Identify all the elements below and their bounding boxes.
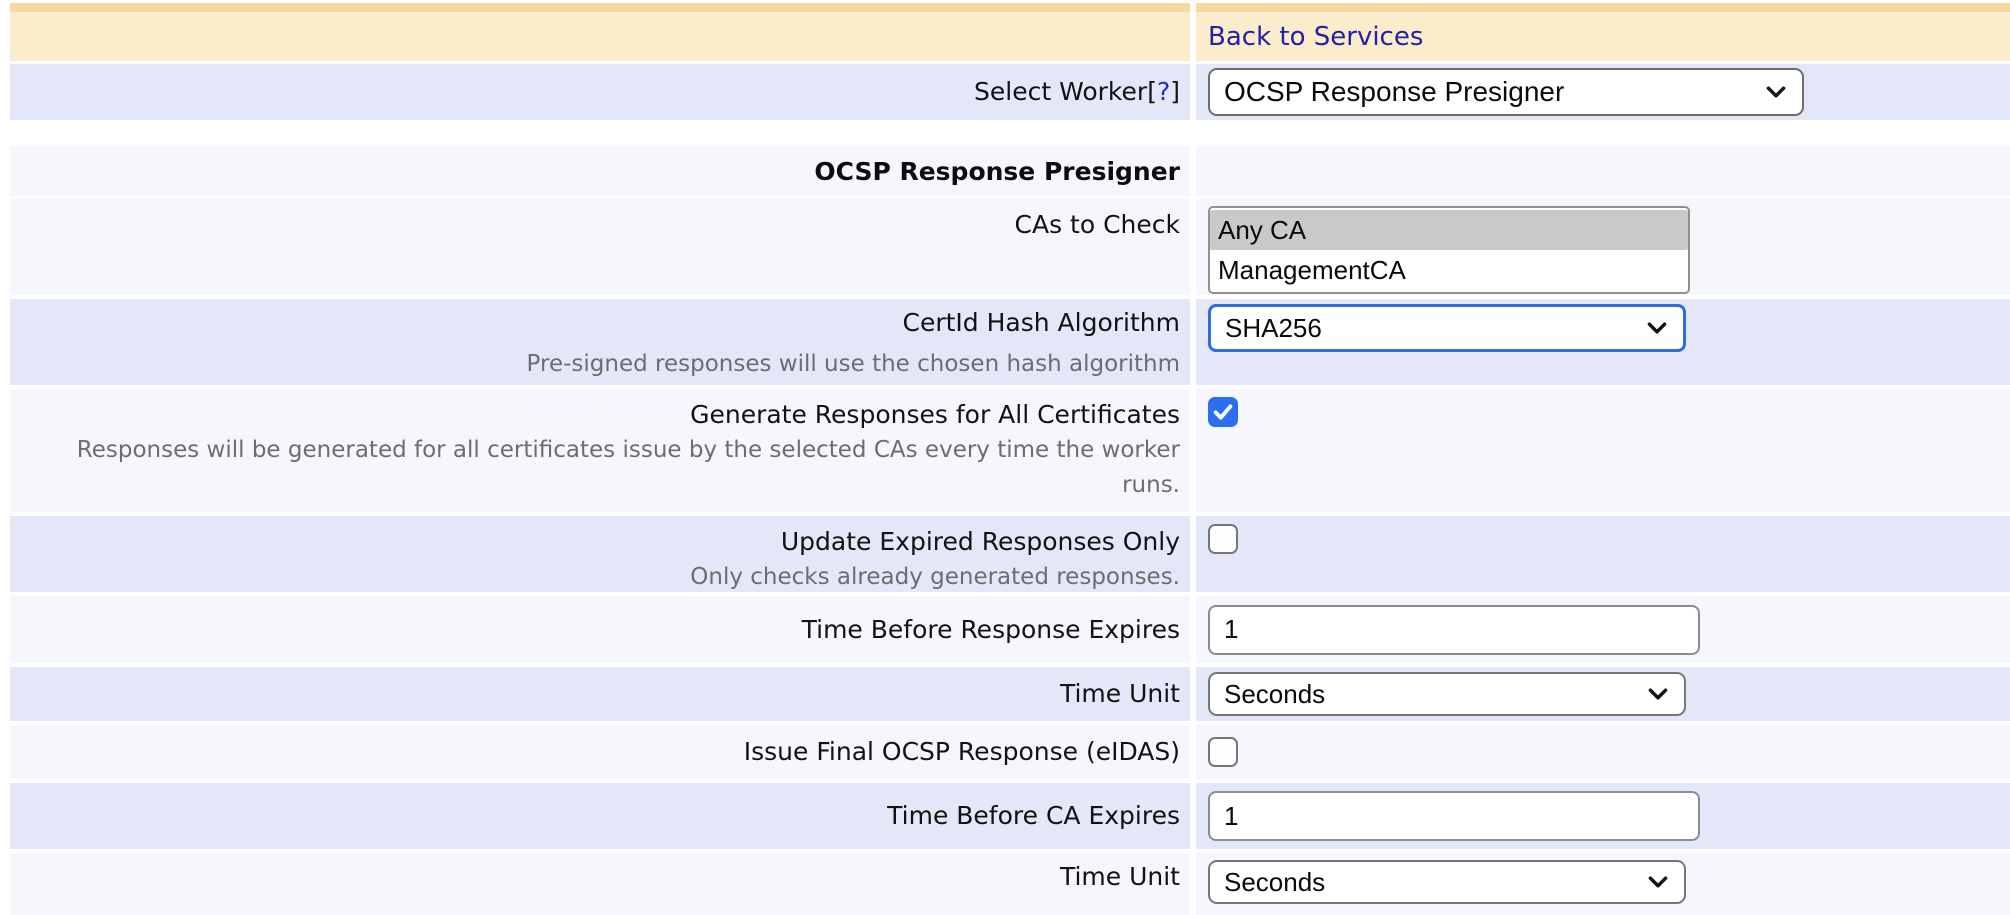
generate-all-help: Responses will be generated for all cert… [26,433,1180,503]
generate-all-row: Generate Responses for All Certificates … [10,389,2010,512]
header-left-cell [10,3,1190,61]
chevron-down-icon [1644,315,1670,341]
section-title-row: OCSP Response Presigner [10,146,2010,196]
issue-final-label: Issue Final OCSP Response (eIDAS) [744,736,1180,768]
help-open-bracket: [ [1147,77,1157,106]
worker-select[interactable]: OCSP Response Presigner [1208,68,1804,116]
update-expired-checkbox[interactable] [1208,524,1238,554]
cas-option-managementca[interactable]: ManagementCA [1210,250,1688,290]
select-worker-label-text: Select Worker [974,77,1147,106]
worker-select-value: OCSP Response Presigner [1224,76,1564,108]
time-unit-response-row: Time Unit Seconds [10,667,2010,721]
cas-listbox[interactable]: Any CA ManagementCA [1208,206,1690,294]
time-before-ca-label: Time Before CA Expires [887,800,1180,832]
issue-final-row: Issue Final OCSP Response (eIDAS) [10,725,2010,779]
help-close-bracket: ] [1170,77,1180,106]
time-unit-ca-value: Seconds [1224,867,1325,898]
ocsp-presigner-config-page: Back to Services Select Worker[?] OCSP R… [0,0,2010,915]
hash-algorithm-select[interactable]: SHA256 [1208,304,1686,352]
time-before-response-input[interactable] [1208,605,1700,655]
issue-final-checkbox[interactable] [1208,737,1238,767]
hash-algorithm-label: CertId Hash Algorithm [903,299,1180,347]
chevron-down-icon [1645,869,1671,895]
check-icon [1210,399,1236,425]
section-title: OCSP Response Presigner [814,157,1180,186]
update-expired-row: Update Expired Responses Only Only check… [10,516,2010,592]
generate-all-checkbox[interactable] [1208,397,1238,427]
generate-all-label: Generate Responses for All Certificates [690,395,1180,433]
time-unit-ca-select[interactable]: Seconds [1208,860,1686,904]
time-before-response-label: Time Before Response Expires [802,614,1180,646]
chevron-down-icon [1645,681,1671,707]
time-unit-response-select[interactable]: Seconds [1208,672,1686,716]
select-worker-label: Select Worker[?] [974,76,1180,108]
update-expired-label: Update Expired Responses Only [781,522,1180,560]
time-before-ca-row: Time Before CA Expires [10,783,2010,849]
header-row: Back to Services [10,3,2010,61]
time-unit-ca-row: Time Unit Seconds [10,853,2010,915]
update-expired-help: Only checks already generated responses. [690,560,1180,595]
hash-algorithm-help: Pre-signed responses will use the chosen… [527,347,1180,382]
select-worker-row: Select Worker[?] OCSP Response Presigner [10,64,2010,120]
time-unit-response-value: Seconds [1224,679,1325,710]
hash-algorithm-row: CertId Hash Algorithm Pre-signed respons… [10,299,2010,385]
chevron-down-icon [1763,79,1789,105]
time-before-response-row: Time Before Response Expires [10,596,2010,663]
time-unit-response-label: Time Unit [1060,678,1180,710]
cas-to-check-row: CAs to Check Any CA ManagementCA [10,199,2010,295]
time-before-ca-input[interactable] [1208,791,1700,841]
header-right-cell: Back to Services [1196,3,2010,61]
back-to-services-link[interactable]: Back to Services [1208,13,1423,61]
hash-algorithm-value: SHA256 [1225,313,1322,344]
cas-to-check-label: CAs to Check [1015,209,1180,241]
worker-help-link[interactable]: ? [1157,77,1170,106]
cas-option-any-ca[interactable]: Any CA [1210,210,1688,250]
time-unit-ca-label: Time Unit [1060,861,1180,893]
